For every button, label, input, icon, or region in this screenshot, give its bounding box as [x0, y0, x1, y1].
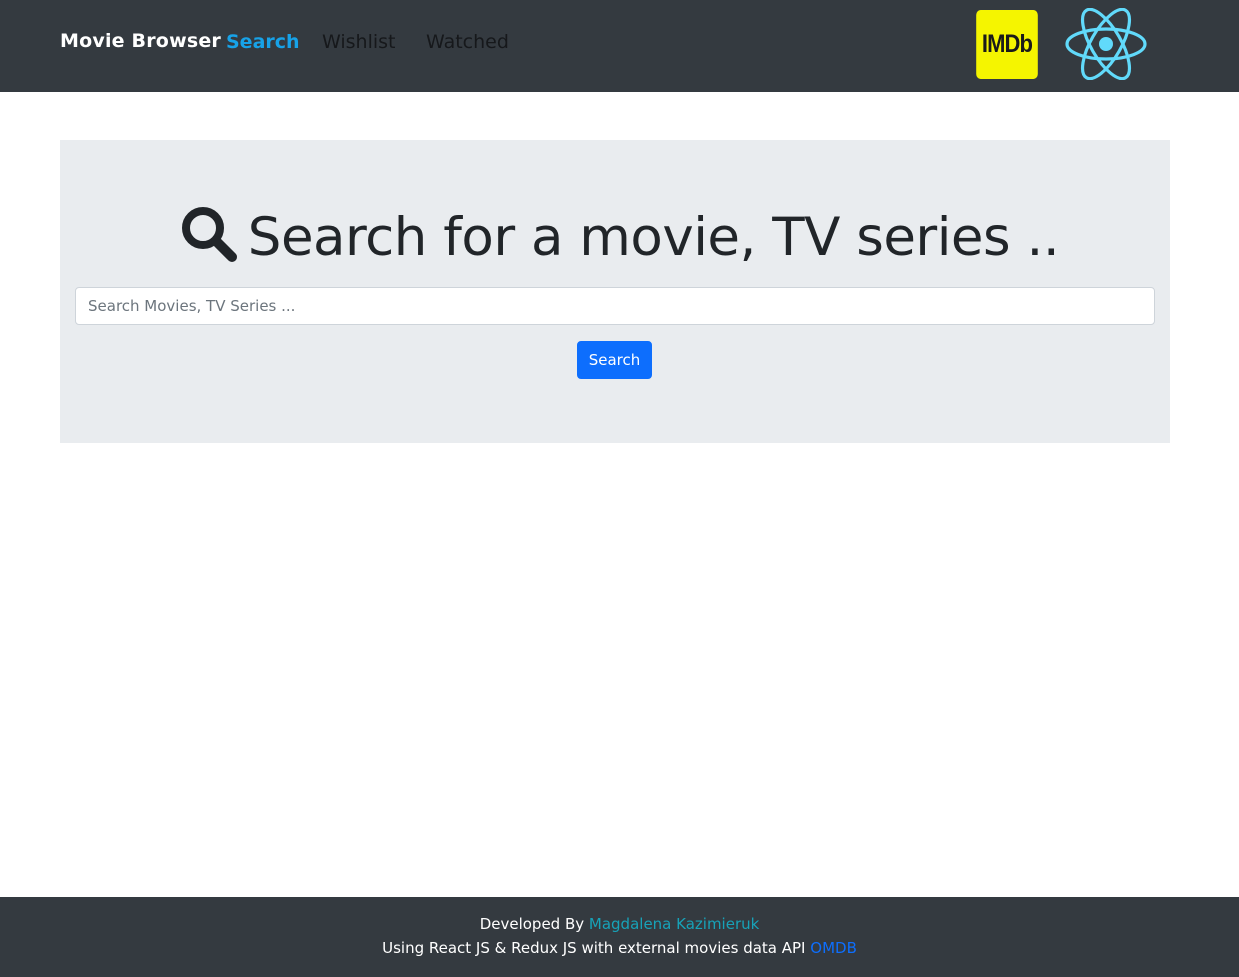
- footer-tech: Using React JS & Redux JS with external …: [0, 939, 1239, 957]
- author-link[interactable]: Magdalena Kazimieruk: [589, 915, 759, 933]
- search-input[interactable]: [75, 287, 1155, 325]
- react-atom-icon[interactable]: [1064, 8, 1148, 80]
- footer: Developed By Magdalena Kazimieruk Using …: [0, 897, 1239, 977]
- brand-link[interactable]: Movie Browser: [60, 30, 221, 52]
- tech-description: Using React JS & Redux JS with external …: [382, 939, 806, 957]
- search-icon: [181, 207, 237, 262]
- imdb-logo-text: IMDb: [981, 30, 1033, 58]
- search-button[interactable]: Search: [577, 341, 652, 379]
- navbar: Movie Browser Search Wishlist Watched IM…: [0, 0, 1239, 92]
- imdb-logo[interactable]: IMDb: [976, 10, 1038, 79]
- developed-by-label: Developed By: [479, 915, 585, 933]
- nav-link-watched[interactable]: Watched: [426, 31, 509, 53]
- footer-credits: Developed By Magdalena Kazimieruk: [0, 915, 1239, 933]
- omdb-link[interactable]: OMDB: [810, 939, 857, 957]
- hero-title: Search for a movie, TV series ..: [0, 203, 1239, 273]
- hero-title-text: Search for a movie, TV series ..: [247, 207, 1060, 268]
- nav-link-search[interactable]: Search: [226, 31, 300, 53]
- nav-link-wishlist[interactable]: Wishlist: [322, 31, 396, 53]
